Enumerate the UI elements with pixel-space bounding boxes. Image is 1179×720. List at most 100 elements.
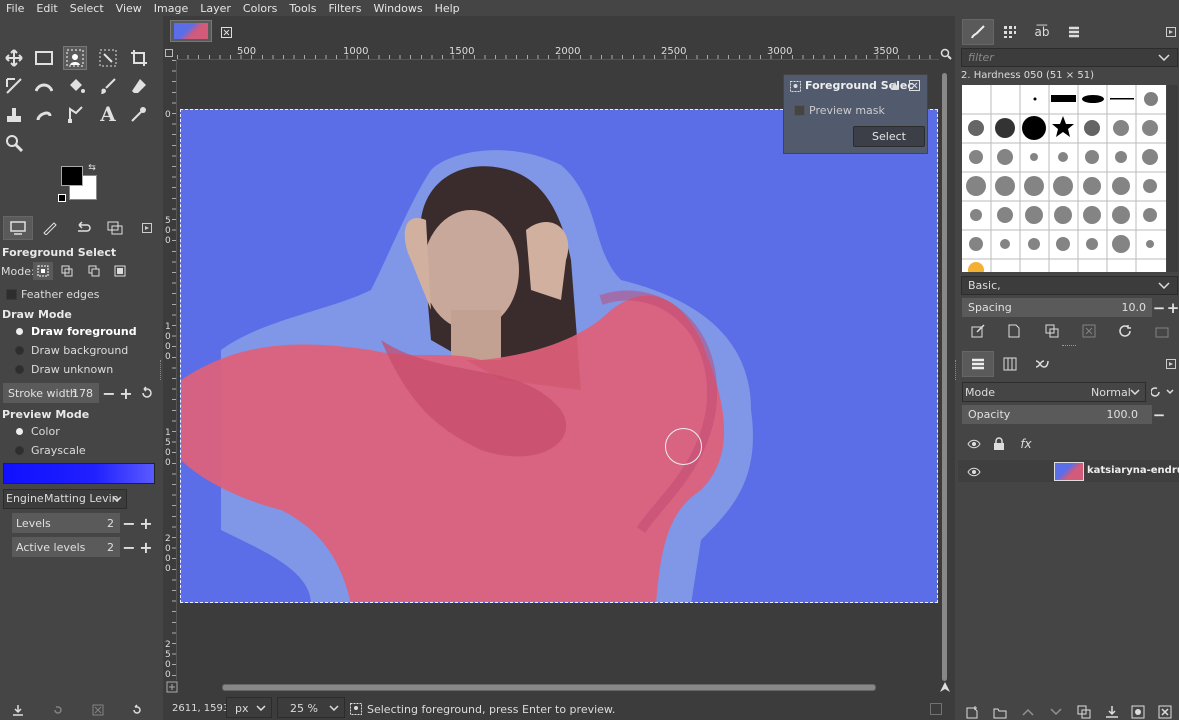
save-options-icon[interactable] [10, 702, 26, 718]
levels-minus-icon[interactable]: − [122, 514, 136, 533]
default-colors-icon[interactable] [58, 194, 66, 202]
draw-unknown-radio[interactable] [15, 365, 24, 374]
paintbrush-icon[interactable] [98, 76, 118, 96]
layers-panel-menu-icon[interactable] [1165, 358, 1177, 370]
active-levels-plus-icon[interactable]: + [139, 538, 153, 557]
levels-plus-icon[interactable]: + [139, 514, 153, 533]
reset-icon[interactable] [139, 385, 155, 401]
lock-icon[interactable] [991, 436, 1007, 452]
menu-windows[interactable]: Windows [367, 2, 428, 15]
menu-help[interactable]: Help [429, 2, 466, 15]
channels-tab-icon[interactable] [1002, 356, 1018, 372]
panel-menu-icon[interactable] [141, 222, 153, 234]
menu-colors[interactable]: Colors [237, 2, 283, 15]
images-icon[interactable] [105, 220, 125, 236]
zoom-fit-icon[interactable] [939, 47, 953, 61]
menu-view[interactable]: View [110, 2, 148, 15]
horizontal-scrollbar[interactable] [222, 684, 876, 691]
plus-icon[interactable]: + [119, 384, 133, 403]
opacity-minus-icon[interactable]: − [1153, 406, 1166, 424]
mask-color-button[interactable] [3, 463, 155, 484]
status-corner-icon[interactable] [929, 702, 943, 716]
feather-edges-checkbox[interactable] [6, 289, 17, 300]
spacing-plus-icon[interactable]: + [1167, 299, 1179, 317]
brush-panel-menu-icon[interactable] [1165, 26, 1177, 38]
navigate-icon[interactable] [938, 680, 952, 694]
raise-layer-icon[interactable] [1020, 704, 1036, 720]
duplicate-brush-icon[interactable] [1044, 323, 1060, 339]
crop-tool-icon[interactable] [129, 48, 149, 68]
levels-field[interactable]: Levels 2 [12, 513, 120, 533]
stroke-width-field[interactable]: Stroke width 178 [3, 383, 99, 403]
preview-mask-checkbox[interactable] [794, 105, 805, 116]
rect-select-icon[interactable] [34, 48, 54, 68]
mode-subtract-icon[interactable] [87, 264, 101, 278]
new-layer-group-icon[interactable] [992, 704, 1008, 720]
new-layer-icon[interactable] [964, 704, 980, 720]
active-levels-minus-icon[interactable]: − [122, 538, 136, 557]
lower-layer-icon[interactable] [1048, 704, 1064, 720]
eraser-icon[interactable] [129, 76, 149, 96]
undo-history-icon[interactable] [73, 220, 93, 236]
filter-chevron-icon[interactable] [1158, 52, 1170, 62]
fonts-tab-icon[interactable]: a͞b [1034, 24, 1050, 40]
menu-layer[interactable]: Layer [194, 2, 237, 15]
zoom-tool-icon[interactable] [4, 133, 24, 153]
layer-visibility-eye-icon[interactable] [966, 465, 982, 479]
delete-options-icon[interactable] [90, 702, 106, 718]
vertical-scrollbar[interactable] [942, 73, 947, 681]
reset-options-icon[interactable] [129, 702, 145, 718]
menu-select[interactable]: Select [64, 2, 110, 15]
merge-layer-icon[interactable] [1104, 704, 1120, 720]
edit-brush-icon[interactable] [970, 323, 986, 339]
dock-separator-handle[interactable] [1062, 345, 1076, 348]
effects-fx-icon[interactable]: fx [1016, 436, 1036, 452]
move-tool-icon[interactable] [4, 48, 24, 68]
fg-dialog-close-icon[interactable] [908, 79, 920, 91]
refresh-brushes-icon[interactable] [1117, 323, 1133, 339]
menu-filters[interactable]: Filters [322, 2, 367, 15]
brush-open-icon[interactable] [1154, 323, 1170, 339]
device-status-icon[interactable] [40, 220, 60, 236]
active-levels-field[interactable]: Active levels 2 [12, 537, 120, 557]
quick-mask-icon[interactable] [165, 49, 173, 57]
fuzzy-select-icon[interactable] [98, 48, 118, 68]
spacing-field[interactable]: Spacing 10.0 [962, 298, 1152, 317]
opacity-field[interactable]: Opacity 100.0 [962, 405, 1152, 424]
image-tab[interactable] [170, 20, 212, 42]
mode-add-icon[interactable] [60, 264, 74, 278]
layer-composite-icon[interactable] [1150, 384, 1176, 400]
paths-tab-icon[interactable] [1034, 356, 1050, 372]
menu-edit[interactable]: Edit [30, 2, 63, 15]
close-image-icon[interactable] [220, 26, 232, 38]
smudge-tool-icon[interactable] [34, 104, 54, 124]
foreground-color-swatch[interactable] [61, 166, 83, 186]
color-picker-icon[interactable] [129, 104, 149, 124]
document-history-tab-icon[interactable] [1066, 24, 1082, 40]
clone-tool-icon[interactable] [4, 104, 24, 124]
menu-tools[interactable]: Tools [283, 2, 322, 15]
draw-background-radio[interactable] [15, 346, 24, 355]
delete-brush-icon[interactable] [1081, 323, 1097, 339]
menu-image[interactable]: Image [148, 2, 194, 15]
minus-icon[interactable]: − [102, 384, 116, 403]
paths-tool-icon[interactable] [66, 104, 86, 124]
color-radio[interactable] [16, 428, 23, 435]
patterns-tab-icon[interactable] [1002, 24, 1018, 40]
layer-mask-icon[interactable] [1130, 704, 1146, 720]
transform-tool-icon[interactable] [4, 76, 24, 96]
mode-intersect-icon[interactable] [113, 264, 127, 278]
duplicate-layer-icon[interactable] [1076, 704, 1092, 720]
brush-grid[interactable] [962, 85, 1166, 272]
menu-file[interactable]: File [0, 2, 30, 15]
delete-layer-icon[interactable] [1157, 704, 1173, 720]
select-button[interactable]: Select [853, 126, 925, 147]
text-tool-icon[interactable]: A [98, 102, 118, 126]
warp-tool-icon[interactable] [34, 76, 54, 96]
grayscale-radio[interactable] [15, 446, 24, 455]
brush-grid-scrollbar[interactable] [1167, 85, 1178, 272]
swap-colors-icon[interactable]: ⇆ [86, 163, 98, 173]
restore-options-icon[interactable] [50, 702, 66, 718]
bucket-fill-icon[interactable] [66, 76, 86, 96]
draw-foreground-radio[interactable] [16, 328, 23, 335]
